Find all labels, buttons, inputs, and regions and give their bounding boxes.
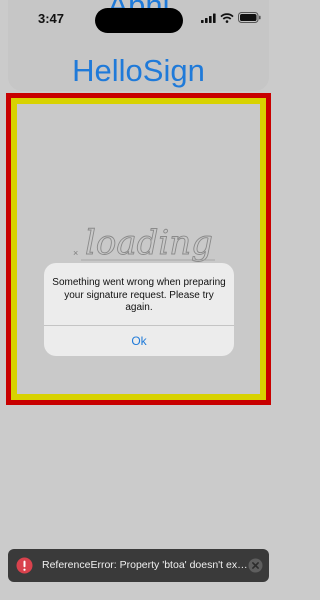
alert-message: Something went wrong when preparing your… xyxy=(52,277,226,313)
dynamic-island xyxy=(95,8,183,33)
error-alert-dialog: Something went wrong when preparing your… xyxy=(44,263,234,356)
status-icons xyxy=(201,10,261,28)
close-icon[interactable] xyxy=(248,558,263,578)
page-title: HelloSign xyxy=(72,53,205,88)
signature-x-mark: × xyxy=(73,248,78,258)
error-toast[interactable]: ReferenceError: Property 'btoa' doesn't … xyxy=(8,549,269,582)
error-toast-message: ReferenceError: Property 'btoa' doesn't … xyxy=(42,559,248,571)
loading-text: loading xyxy=(85,223,213,263)
battery-icon xyxy=(238,10,261,28)
signal-icon xyxy=(201,10,216,28)
wifi-icon xyxy=(220,10,234,28)
status-time: 3:47 xyxy=(38,11,65,26)
signature-frame-outer: × loading xyxy=(6,93,271,405)
status-bar: 3:47 xyxy=(0,0,277,40)
ok-button[interactable]: Ok xyxy=(44,326,234,356)
error-icon xyxy=(16,557,33,579)
